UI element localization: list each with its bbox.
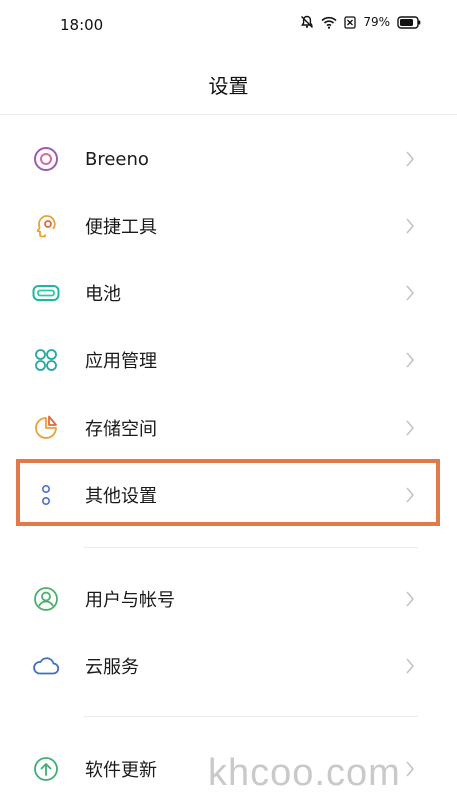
- settings-item-label: 用户与帐号: [85, 590, 175, 611]
- tools-icon: [32, 212, 60, 240]
- status-bar: 18:00 79%: [0, 0, 457, 48]
- settings-item-breeno[interactable]: Breeno: [0, 126, 457, 192]
- status-time: 18:00: [60, 16, 104, 34]
- user-icon: [32, 585, 60, 613]
- mute-bell-icon: [300, 15, 314, 29]
- group-divider: [83, 547, 418, 548]
- status-icons: 79%: [300, 15, 421, 29]
- settings-item-label: 云服务: [85, 657, 139, 678]
- settings-item-user-account[interactable]: 用户与帐号: [0, 566, 457, 632]
- chevron-right-icon: [405, 217, 417, 235]
- cloud-icon: [32, 652, 60, 680]
- settings-item-app-management[interactable]: 应用管理: [0, 327, 457, 393]
- chevron-right-icon: [405, 284, 417, 302]
- apps-grid-icon: [32, 346, 60, 374]
- watermark: khcoo.com: [208, 752, 401, 794]
- chevron-right-icon: [405, 351, 417, 369]
- battery-percent: 79%: [363, 15, 390, 29]
- breeno-icon: [32, 145, 60, 173]
- header-divider: [0, 114, 457, 115]
- settings-item-battery[interactable]: 电池: [0, 260, 457, 326]
- settings-item-storage[interactable]: 存储空间: [0, 395, 457, 461]
- settings-item-label: 软件更新: [85, 760, 157, 781]
- highlight-box: [16, 459, 440, 526]
- settings-item-label: 应用管理: [85, 351, 157, 372]
- settings-item-label: 电池: [85, 284, 121, 305]
- settings-item-label: 便捷工具: [85, 217, 157, 238]
- settings-item-tools[interactable]: 便捷工具: [0, 193, 457, 259]
- page-title: 设置: [208, 74, 249, 98]
- battery-icon: [397, 15, 421, 29]
- chevron-right-icon: [405, 760, 417, 778]
- chevron-right-icon: [405, 657, 417, 675]
- chevron-right-icon: [405, 590, 417, 608]
- chevron-right-icon: [405, 419, 417, 437]
- battery-icon: [32, 279, 60, 307]
- chevron-right-icon: [405, 150, 417, 168]
- update-arrow-icon: [32, 755, 60, 783]
- settings-item-cloud[interactable]: 云服务: [0, 633, 457, 699]
- group-divider: [83, 716, 418, 717]
- no-sim-icon: [344, 15, 356, 29]
- settings-item-label: Breeno: [85, 148, 149, 170]
- storage-pie-icon: [32, 414, 60, 442]
- settings-item-label: 存储空间: [85, 419, 157, 440]
- wifi-icon: [321, 16, 337, 29]
